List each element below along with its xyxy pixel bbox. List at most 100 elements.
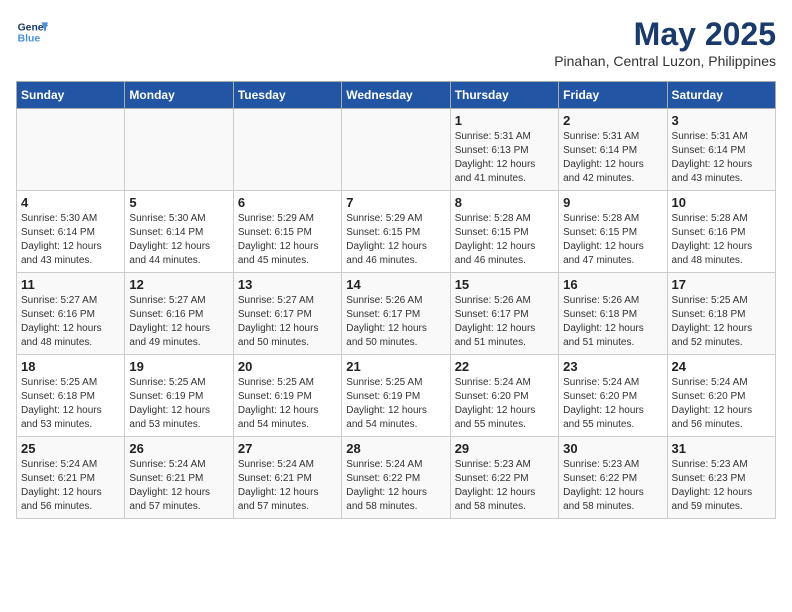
day-info: Sunrise: 5:30 AM Sunset: 6:14 PM Dayligh… [21, 212, 120, 268]
day-number: 22 [455, 359, 554, 374]
weekday-header: Thursday [450, 82, 558, 109]
day-info: Sunrise: 5:27 AM Sunset: 6:17 PM Dayligh… [238, 294, 337, 350]
calendar-week-row: 1Sunrise: 5:31 AM Sunset: 6:13 PM Daylig… [17, 109, 776, 191]
day-info: Sunrise: 5:24 AM Sunset: 6:20 PM Dayligh… [455, 376, 554, 432]
calendar-cell: 3 Sunrise: 5:31 AM Sunset: 6:14 PM Daylig… [667, 109, 775, 191]
day-number: 17 [672, 277, 771, 292]
title-area: May 2025 Pinahan, Central Luzon, Philipp… [554, 16, 776, 69]
day-number: 18 [21, 359, 120, 374]
day-number: 8 [455, 195, 554, 210]
weekday-header: Friday [559, 82, 667, 109]
day-info: Sunrise: 5:24 AM Sunset: 6:21 PM Dayligh… [238, 458, 337, 514]
day-info: Sunrise: 5:25 AM Sunset: 6:19 PM Dayligh… [129, 376, 228, 432]
day-info: Sunrise: 5:29 AM Sunset: 6:15 PM Dayligh… [346, 212, 445, 268]
calendar-cell: 25Sunrise: 5:24 AM Sunset: 6:21 PM Dayli… [17, 437, 125, 519]
calendar-cell: 11 Sunrise: 5:27 AM Sunset: 6:16 PM Dayli… [17, 273, 125, 355]
day-number: 11 [21, 277, 120, 292]
day-info: Sunrise: 5:23 AM Sunset: 6:23 PM Dayligh… [672, 458, 771, 514]
calendar-week-row: 11 Sunrise: 5:27 AM Sunset: 6:16 PM Dayli… [17, 273, 776, 355]
day-info: Sunrise: 5:24 AM Sunset: 6:20 PM Dayligh… [672, 376, 771, 432]
day-info: Sunrise: 5:28 AM Sunset: 6:16 PM Dayligh… [672, 212, 771, 268]
day-number: 21 [346, 359, 445, 374]
day-number: 6 [238, 195, 337, 210]
day-number: 2 [563, 113, 662, 128]
svg-text:Blue: Blue [18, 34, 41, 45]
calendar-week-row: 4Sunrise: 5:30 AM Sunset: 6:14 PM Daylig… [17, 191, 776, 273]
day-number: 12 [129, 277, 228, 292]
weekday-header: Wednesday [342, 82, 450, 109]
day-info: Sunrise: 5:31 AM Sunset: 6:13 PM Dayligh… [455, 130, 554, 186]
calendar-cell: 17 Sunrise: 5:25 AM Sunset: 6:18 PM Dayli… [667, 273, 775, 355]
logo: General Blue [16, 16, 48, 48]
calendar-cell: 24Sunrise: 5:24 AM Sunset: 6:20 PM Dayli… [667, 355, 775, 437]
calendar-cell: 4Sunrise: 5:30 AM Sunset: 6:14 PM Daylig… [17, 191, 125, 273]
day-number: 3 [672, 113, 771, 128]
weekday-header: Tuesday [233, 82, 341, 109]
calendar-cell: 2 Sunrise: 5:31 AM Sunset: 6:14 PM Daylig… [559, 109, 667, 191]
day-info: Sunrise: 5:23 AM Sunset: 6:22 PM Dayligh… [455, 458, 554, 514]
day-number: 31 [672, 441, 771, 456]
logo-icon: General Blue [16, 16, 48, 48]
calendar-cell: 5 Sunrise: 5:30 AM Sunset: 6:14 PM Daylig… [125, 191, 233, 273]
calendar-cell: 15 Sunrise: 5:26 AM Sunset: 6:17 PM Dayli… [450, 273, 558, 355]
day-number: 28 [346, 441, 445, 456]
calendar-cell: 20Sunrise: 5:25 AM Sunset: 6:19 PM Dayli… [233, 355, 341, 437]
day-number: 16 [563, 277, 662, 292]
day-number: 14 [346, 277, 445, 292]
weekday-header: Sunday [17, 82, 125, 109]
weekday-header: Saturday [667, 82, 775, 109]
weekday-header: Monday [125, 82, 233, 109]
day-info: Sunrise: 5:28 AM Sunset: 6:15 PM Dayligh… [563, 212, 662, 268]
day-info: Sunrise: 5:31 AM Sunset: 6:14 PM Dayligh… [563, 130, 662, 186]
calendar-cell: 26Sunrise: 5:24 AM Sunset: 6:21 PM Dayli… [125, 437, 233, 519]
day-info: Sunrise: 5:25 AM Sunset: 6:18 PM Dayligh… [672, 294, 771, 350]
day-number: 29 [455, 441, 554, 456]
day-info: Sunrise: 5:24 AM Sunset: 6:21 PM Dayligh… [129, 458, 228, 514]
calendar-cell: 19 Sunrise: 5:25 AM Sunset: 6:19 PM Dayli… [125, 355, 233, 437]
day-info: Sunrise: 5:29 AM Sunset: 6:15 PM Dayligh… [238, 212, 337, 268]
day-info: Sunrise: 5:24 AM Sunset: 6:20 PM Dayligh… [563, 376, 662, 432]
calendar-week-row: 25Sunrise: 5:24 AM Sunset: 6:21 PM Dayli… [17, 437, 776, 519]
calendar-cell: 9Sunrise: 5:28 AM Sunset: 6:15 PM Daylig… [559, 191, 667, 273]
calendar-cell: 12 Sunrise: 5:27 AM Sunset: 6:16 PM Dayli… [125, 273, 233, 355]
day-info: Sunrise: 5:31 AM Sunset: 6:14 PM Dayligh… [672, 130, 771, 186]
day-info: Sunrise: 5:27 AM Sunset: 6:16 PM Dayligh… [21, 294, 120, 350]
day-number: 13 [238, 277, 337, 292]
calendar-cell: 7Sunrise: 5:29 AM Sunset: 6:15 PM Daylig… [342, 191, 450, 273]
calendar-cell: 18 Sunrise: 5:25 AM Sunset: 6:18 PM Dayli… [17, 355, 125, 437]
page-header: General Blue May 2025 Pinahan, Central L… [16, 16, 776, 69]
day-info: Sunrise: 5:30 AM Sunset: 6:14 PM Dayligh… [129, 212, 228, 268]
calendar-cell: 21 Sunrise: 5:25 AM Sunset: 6:19 PM Dayli… [342, 355, 450, 437]
day-info: Sunrise: 5:23 AM Sunset: 6:22 PM Dayligh… [563, 458, 662, 514]
calendar-cell: 10 Sunrise: 5:28 AM Sunset: 6:16 PM Dayli… [667, 191, 775, 273]
calendar-cell: 16 Sunrise: 5:26 AM Sunset: 6:18 PM Dayli… [559, 273, 667, 355]
day-number: 10 [672, 195, 771, 210]
day-info: Sunrise: 5:26 AM Sunset: 6:17 PM Dayligh… [346, 294, 445, 350]
day-info: Sunrise: 5:24 AM Sunset: 6:21 PM Dayligh… [21, 458, 120, 514]
day-number: 5 [129, 195, 228, 210]
calendar-cell [125, 109, 233, 191]
day-number: 19 [129, 359, 228, 374]
day-info: Sunrise: 5:26 AM Sunset: 6:17 PM Dayligh… [455, 294, 554, 350]
day-info: Sunrise: 5:26 AM Sunset: 6:18 PM Dayligh… [563, 294, 662, 350]
calendar-cell: 14 Sunrise: 5:26 AM Sunset: 6:17 PM Dayli… [342, 273, 450, 355]
calendar-cell: 31 Sunrise: 5:23 AM Sunset: 6:23 PM Dayli… [667, 437, 775, 519]
day-info: Sunrise: 5:27 AM Sunset: 6:16 PM Dayligh… [129, 294, 228, 350]
calendar-cell: 13 Sunrise: 5:27 AM Sunset: 6:17 PM Dayli… [233, 273, 341, 355]
calendar-cell [342, 109, 450, 191]
calendar-cell: 28Sunrise: 5:24 AM Sunset: 6:22 PM Dayli… [342, 437, 450, 519]
day-number: 30 [563, 441, 662, 456]
calendar-cell: 27 Sunrise: 5:24 AM Sunset: 6:21 PM Dayli… [233, 437, 341, 519]
day-number: 27 [238, 441, 337, 456]
calendar-cell: 22 Sunrise: 5:24 AM Sunset: 6:20 PM Dayli… [450, 355, 558, 437]
calendar-cell [17, 109, 125, 191]
day-info: Sunrise: 5:28 AM Sunset: 6:15 PM Dayligh… [455, 212, 554, 268]
day-info: Sunrise: 5:25 AM Sunset: 6:19 PM Dayligh… [346, 376, 445, 432]
day-info: Sunrise: 5:25 AM Sunset: 6:18 PM Dayligh… [21, 376, 120, 432]
calendar-cell: 29 Sunrise: 5:23 AM Sunset: 6:22 PM Dayli… [450, 437, 558, 519]
day-info: Sunrise: 5:25 AM Sunset: 6:19 PM Dayligh… [238, 376, 337, 432]
day-number: 15 [455, 277, 554, 292]
calendar-cell: 23 Sunrise: 5:24 AM Sunset: 6:20 PM Dayli… [559, 355, 667, 437]
day-number: 23 [563, 359, 662, 374]
calendar-cell: 30 Sunrise: 5:23 AM Sunset: 6:22 PM Dayli… [559, 437, 667, 519]
